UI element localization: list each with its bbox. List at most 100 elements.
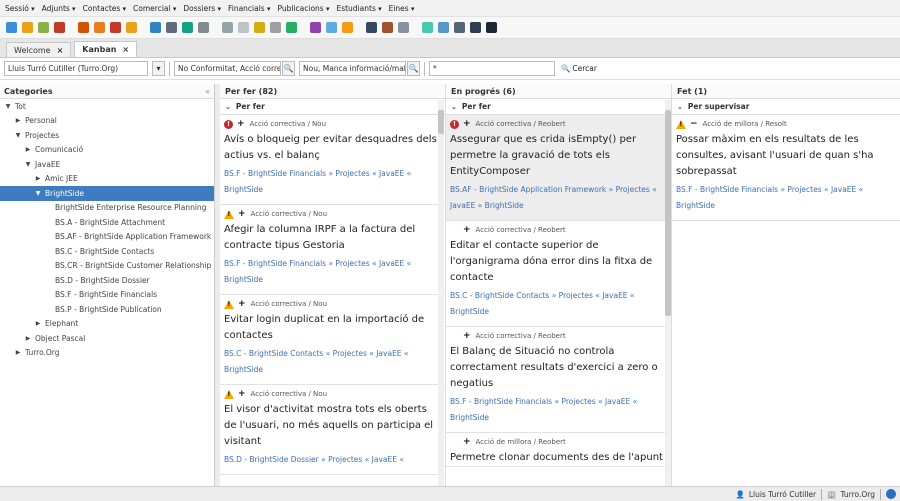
kanban-card[interactable]: + Acció correctiva / Nou Afegir la columna… — [220, 205, 445, 295]
card-project-link[interactable]: BS.C - BrightSide Contacts » Projectes «… — [224, 346, 441, 378]
tree-item[interactable]: BS.P - BrightSide Publication — [0, 302, 214, 317]
tree-item[interactable]: BS.F - BrightSide Financials — [0, 288, 214, 303]
menu-publicacions[interactable]: Publicacions — [277, 4, 329, 13]
tree-item[interactable]: ▶ Amic JEE — [0, 172, 214, 187]
close-icon[interactable]: × — [122, 45, 129, 54]
expand-arrow-icon[interactable]: ▶ — [24, 146, 32, 153]
card-project-link[interactable]: BS.C - BrightSide Contacts » Projectes «… — [450, 288, 667, 320]
tree-item[interactable]: ▶ Elephant — [0, 317, 214, 332]
card-title[interactable]: Evitar login duplicat en la importació d… — [224, 312, 441, 344]
company-select[interactable]: Lluis Turró Cutiller (Turro.Org) — [4, 61, 148, 76]
calendar-icon[interactable] — [54, 22, 65, 33]
card-project-link[interactable]: BS.AF - BrightSide Application Framework… — [450, 182, 667, 214]
scrollbar[interactable] — [665, 100, 671, 486]
card-project-link[interactable]: BS.F - BrightSide Financials » Projectes… — [224, 166, 441, 198]
menu-comercial[interactable]: Comercial — [133, 4, 176, 13]
tree-item[interactable]: ▶ Comunicació — [0, 143, 214, 158]
kanban-card[interactable]: + Acció de millora / Reobert Permetre clon… — [446, 433, 671, 467]
search-button[interactable]: 🔍 Cercar — [561, 64, 597, 73]
status-user[interactable]: Lluis Turró Cutiller — [749, 490, 816, 499]
menu-dossiers[interactable]: Dossiers — [183, 4, 221, 13]
tree-item[interactable]: ▶ Personal — [0, 114, 214, 129]
collapse-arrow-icon[interactable]: ▼ — [4, 103, 12, 110]
kanban-card[interactable]: ! + Acció correctiva / Nou Avís o bloqueig … — [220, 115, 445, 205]
card-title[interactable]: El Balanç de Situació no controla correc… — [450, 344, 667, 392]
tree-item[interactable]: ▶ Object Pascal — [0, 331, 214, 346]
link-icon[interactable] — [366, 22, 377, 33]
card-title[interactable]: Assegurar que es crida isEmpty() per per… — [450, 132, 667, 180]
menu-contactes[interactable]: Contactes — [83, 4, 126, 13]
chart-icon[interactable] — [182, 22, 193, 33]
card-title[interactable]: Avís o bloqueig per evitar desquadres de… — [224, 132, 441, 164]
search-input[interactable]: * — [429, 61, 555, 76]
type-filter-search-icon[interactable]: 🔍 — [282, 61, 295, 76]
tree-item[interactable]: ▼ JavaEE — [0, 157, 214, 172]
plus-icon[interactable]: + — [463, 119, 471, 129]
page-icon[interactable] — [270, 22, 281, 33]
expand-arrow-icon[interactable]: ▶ — [34, 175, 42, 182]
board-icon[interactable] — [438, 22, 449, 33]
group-header[interactable]: ⌄ Per fer — [446, 99, 671, 115]
tree-item[interactable]: BS.A - BrightSide Attachment — [0, 215, 214, 230]
close-icon[interactable]: × — [57, 46, 64, 55]
expand-arrow-icon[interactable]: ▶ — [34, 320, 42, 327]
bank-icon[interactable] — [454, 22, 465, 33]
status-filter-search-icon[interactable]: 🔍 — [407, 61, 420, 76]
kanban-card[interactable]: + Acció correctiva / Reobert El Balanç de … — [446, 327, 671, 433]
plus-icon[interactable]: + — [463, 331, 471, 341]
group-header[interactable]: ⌄ Per fer — [220, 99, 445, 115]
card-title[interactable]: El visor d'activitat mostra tots els obe… — [224, 402, 441, 450]
scrollbar-thumb[interactable] — [438, 110, 444, 134]
tab-welcome[interactable]: Welcome × — [6, 42, 72, 57]
tree-item[interactable]: BS.AF - BrightSide Application Framework — [0, 230, 214, 245]
tab-kanban[interactable]: Kanban × — [74, 41, 138, 57]
tree-item[interactable]: BS.CR - BrightSide Customer Relationship — [0, 259, 214, 274]
tree-item[interactable]: ▶ Turro.Org — [0, 346, 214, 361]
expand-arrow-icon[interactable]: ▶ — [24, 335, 32, 342]
tree-item[interactable]: BrightSide Enterprise Resource Planning — [0, 201, 214, 216]
collapse-icon[interactable]: « — [205, 87, 210, 96]
plus-icon[interactable]: + — [238, 389, 246, 399]
kanban-card[interactable]: + Acció correctiva / Reobert Editar el con… — [446, 221, 671, 327]
kanban-card[interactable]: + Acció correctiva / Nou El visor d'activi… — [220, 385, 445, 475]
menu-sessio[interactable]: Sessió — [5, 4, 35, 13]
type-filter-input[interactable]: No Conformitat, Acció corre — [174, 61, 281, 76]
contact-icon[interactable] — [166, 22, 177, 33]
document-icon[interactable] — [222, 22, 233, 33]
card-project-link[interactable]: BS.F - BrightSide Financials » Projectes… — [224, 256, 441, 288]
check-icon[interactable] — [198, 22, 209, 33]
tree-item[interactable]: ▼ Projectes — [0, 128, 214, 143]
scrollbar-thumb[interactable] — [665, 110, 671, 316]
card-title[interactable]: Possar màxim en els resultats de les con… — [676, 132, 896, 180]
card-project-link[interactable]: BS.D - BrightSide Dossier » Projectes « … — [224, 452, 441, 468]
home-icon[interactable] — [78, 22, 89, 33]
tree-item[interactable]: BS.C - BrightSide Contacts — [0, 244, 214, 259]
card-title[interactable]: Editar el contacte superior de l'organig… — [450, 238, 667, 286]
app-logo-icon[interactable] — [886, 489, 896, 499]
tag-icon[interactable] — [126, 22, 137, 33]
help-icon[interactable] — [470, 22, 481, 33]
refresh-icon[interactable] — [486, 22, 497, 33]
scrollbar[interactable] — [438, 100, 444, 486]
collapse-arrow-icon[interactable]: ▼ — [14, 132, 22, 139]
expand-arrow-icon[interactable]: ▶ — [14, 117, 22, 124]
notebook-icon[interactable] — [310, 22, 321, 33]
briefcase-icon[interactable] — [382, 22, 393, 33]
plus-icon[interactable]: + — [463, 225, 471, 235]
menu-estudiants[interactable]: Estudiants — [336, 4, 381, 13]
kanban-icon[interactable] — [422, 22, 433, 33]
tree-item[interactable]: ▼ BrightSide — [0, 186, 214, 201]
user-icon[interactable] — [6, 22, 17, 33]
edit-icon[interactable] — [22, 22, 33, 33]
collapse-arrow-icon[interactable]: ▼ — [24, 161, 32, 168]
menu-adjunts[interactable]: Adjunts — [42, 4, 76, 13]
archive-icon[interactable] — [398, 22, 409, 33]
file-icon[interactable] — [238, 22, 249, 33]
chevron-down-icon[interactable]: ▾ — [152, 61, 165, 76]
card-project-link[interactable]: BS.F - BrightSide Financials » Projectes… — [450, 394, 667, 426]
kanban-card[interactable]: + Acció correctiva / Nou Evitar login dupl… — [220, 295, 445, 385]
collapse-arrow-icon[interactable]: ▼ — [34, 190, 42, 197]
person-icon[interactable] — [94, 22, 105, 33]
expand-arrow-icon[interactable]: ▶ — [14, 349, 22, 356]
plus-icon[interactable]: + — [238, 299, 246, 309]
